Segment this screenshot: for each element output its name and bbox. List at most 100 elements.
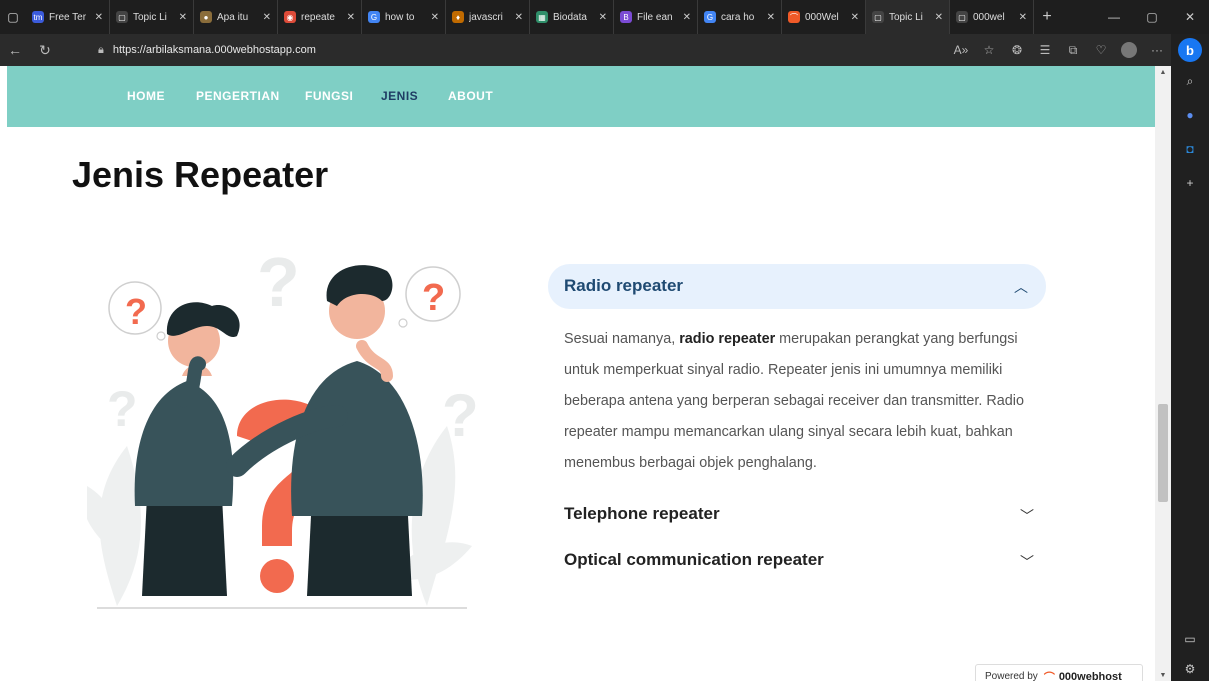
scrollbar-thumb[interactable] (1158, 404, 1168, 502)
health-icon[interactable]: ♡ (1087, 34, 1115, 66)
tab-close-icon[interactable]: ✕ (1019, 12, 1027, 23)
tab-close-icon[interactable]: ✕ (431, 12, 439, 23)
tab-title: File ean (637, 11, 673, 23)
tab-favicon-icon: tm (32, 11, 44, 23)
browser-tab[interactable]: ♦ javascri ✕ (446, 0, 530, 34)
browser-tab[interactable]: Gcara ho ✕ (698, 0, 782, 34)
tab-close-icon[interactable]: ✕ (179, 12, 187, 23)
browser-tab[interactable]: Ghow to ✕ (362, 0, 446, 34)
accordion-body-text: Sesuai namanya, radio repeater merupakan… (564, 324, 1039, 479)
browser-tab[interactable]: ⌒ 000Wel ✕ (782, 0, 866, 34)
scroll-up-icon[interactable]: ▲ (1155, 66, 1171, 78)
close-window-icon[interactable]: ✕ (1171, 0, 1209, 34)
tab-close-icon[interactable]: ✕ (851, 12, 859, 23)
tab-title: Apa itu (217, 11, 249, 23)
browser-tab[interactable]: ▢ Topic Li ✕ (866, 0, 950, 34)
extensions-icon[interactable]: ❂ (1003, 34, 1031, 66)
thinking-people-illustration: ? ? ? ? ? (87, 246, 479, 609)
accordion-item-telephone-repeater[interactable]: Telephone repeater ﹀ (564, 504, 1034, 530)
tab-favicon-icon: ▢ (956, 11, 968, 23)
tab-actions-icon[interactable]: ▢ (0, 0, 26, 34)
webhost-logo-icon: ⌒ (1043, 671, 1055, 681)
nav-about[interactable]: ABOUT (448, 89, 493, 103)
window-controls: — ▢ ✕ (1095, 0, 1209, 34)
browser-tab[interactable]: ▢ 000wel ✕ (950, 0, 1034, 34)
browser-tab[interactable]: ▦ Biodata ✕ (530, 0, 614, 34)
accordion-item-optical-repeater[interactable]: Optical communication repeater ﹀ (564, 550, 1034, 576)
tab-title: Biodata (553, 11, 587, 23)
more-menu-icon[interactable]: ··· (1143, 34, 1171, 66)
address-bar: ← ↻ 🔒︎ https://arbilaksmana.000webhostap… (0, 34, 1209, 66)
read-aloud-icon[interactable]: A» (947, 34, 975, 66)
tab-favicon-icon: ▦ (536, 11, 548, 23)
profile-avatar[interactable] (1121, 42, 1137, 58)
tab-close-icon[interactable]: ✕ (515, 12, 523, 23)
minimize-icon[interactable]: — (1095, 0, 1133, 34)
tab-favicon-icon: G (704, 11, 716, 23)
thought-bubble-left: ? (108, 281, 166, 341)
body-text-pre: Sesuai namanya, (564, 331, 680, 347)
accordion-item-radio-repeater[interactable]: Radio repeater ︿ (548, 264, 1046, 309)
tab-favicon-icon: ▢ (116, 11, 128, 23)
tab-close-icon[interactable]: ✕ (767, 12, 775, 23)
nav-jenis[interactable]: JENIS (381, 89, 418, 103)
tab-title: Topic Li (889, 11, 923, 23)
tab-favicon-icon: B (620, 11, 632, 23)
tab-favicon-icon: ▢ (872, 11, 884, 23)
tab-title: cara ho (721, 11, 755, 23)
browser-tab[interactable]: ▢ Topic Li ✕ (110, 0, 194, 34)
favorites-icon[interactable]: ☰ (1031, 34, 1059, 66)
svg-text:?: ? (442, 382, 479, 449)
chevron-down-icon: ﹀ (1020, 554, 1034, 570)
tab-close-icon[interactable]: ✕ (95, 12, 103, 23)
tab-title: Free Ter (49, 11, 87, 23)
browser-tab[interactable]: ◉ repeate ✕ (278, 0, 362, 34)
nav-fungsi[interactable]: FUNGSI (305, 89, 353, 103)
settings-gear-icon[interactable]: ⚙ (1171, 658, 1209, 680)
tab-strip: tm Free Ter ✕ ▢ Topic Li ✕ ● Apa itu ✕ ◉ repeate ✕ G… (26, 0, 1034, 34)
collections-icon[interactable]: ⧉ (1059, 34, 1087, 66)
lock-icon: 🔒︎ (98, 43, 104, 56)
outlook-icon[interactable]: ◘ (1171, 138, 1209, 160)
refresh-icon[interactable]: ↻ (30, 34, 60, 66)
nav-home[interactable]: HOME (127, 89, 165, 103)
tab-close-icon[interactable]: ✕ (683, 12, 691, 23)
restore-icon[interactable]: ▢ (1133, 0, 1171, 34)
browser-tab[interactable]: ● Apa itu ✕ (194, 0, 278, 34)
tab-close-icon[interactable]: ✕ (935, 12, 943, 23)
page-title: Jenis Repeater (72, 154, 329, 195)
chevron-down-icon: ﹀ (1020, 508, 1034, 524)
add-sidebar-icon[interactable]: + (1171, 172, 1209, 194)
svg-text:?: ? (257, 246, 300, 321)
back-icon[interactable]: ← (0, 34, 30, 66)
tab-close-icon[interactable]: ✕ (263, 12, 271, 23)
toolbar: A» ☆ ❂ ☰ ⧉ ♡ ··· (947, 34, 1171, 66)
tab-favicon-icon: ◉ (284, 11, 296, 23)
browser-tab[interactable]: tm Free Ter ✕ (26, 0, 110, 34)
favorite-star-icon[interactable]: ☆ (975, 34, 1003, 66)
powered-by-badge[interactable]: Powered by ⌒ 000webhost (975, 664, 1143, 681)
woman-figure (134, 302, 240, 596)
page-scrollbar[interactable]: ▲ ▼ (1155, 66, 1171, 681)
tab-close-icon[interactable]: ✕ (347, 12, 355, 23)
copilot-icon[interactable]: ● (1171, 104, 1209, 126)
body-text-post: merupakan perangkat yang berfungsi untuk… (564, 331, 1025, 471)
accordion-item-label: Telephone repeater (564, 504, 720, 523)
new-tab-icon[interactable]: + (1034, 0, 1060, 34)
accordion-item-label: Radio repeater (564, 276, 684, 295)
accordion-item-label: Optical communication repeater (564, 550, 824, 569)
bing-icon[interactable]: b (1178, 38, 1202, 62)
svg-text:?: ? (422, 277, 445, 319)
sidebar-toggle-icon[interactable]: ▭ (1171, 628, 1209, 650)
powered-by-brand: 000webhost (1058, 670, 1122, 681)
browser-tab[interactable]: B File ean ✕ (614, 0, 698, 34)
url-field[interactable]: 🔒︎ https://arbilaksmana.000webhostapp.co… (98, 40, 316, 60)
url-text: https://arbilaksmana.000webhostapp.com (112, 44, 316, 56)
tab-title: how to (385, 11, 415, 23)
scroll-down-icon[interactable]: ▼ (1155, 669, 1171, 681)
search-icon[interactable]: ⌕ (1171, 70, 1209, 92)
powered-by-text: Powered by (985, 671, 1038, 681)
nav-pengertian[interactable]: PENGERTIAN (196, 89, 280, 103)
tab-close-icon[interactable]: ✕ (599, 12, 607, 23)
tab-title: repeate (301, 11, 335, 23)
